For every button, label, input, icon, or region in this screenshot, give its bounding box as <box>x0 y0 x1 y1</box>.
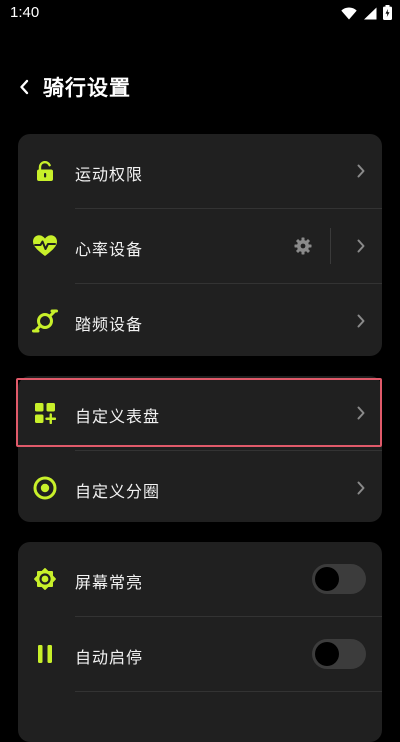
back-button[interactable] <box>14 76 34 98</box>
pause-icon <box>32 641 58 667</box>
status-bar: 1:40 <box>0 0 400 28</box>
chevron-right-icon <box>354 480 368 496</box>
custom-dial-row[interactable]: 自定义表盘 <box>18 376 382 450</box>
row-divider <box>75 691 382 692</box>
chevron-right-icon <box>354 405 368 421</box>
toggle-settings-card: 屏幕常亮 自动启停 <box>18 542 382 742</box>
exercise-permission-label: 运动权限 <box>75 165 144 184</box>
custom-dial-label: 自定义表盘 <box>75 407 161 426</box>
chevron-right-icon <box>354 313 368 329</box>
heart-rate-device-label: 心率设备 <box>75 240 144 259</box>
battery-icon <box>383 5 392 24</box>
cadence-device-label: 踏频设备 <box>75 315 144 334</box>
gear-icon[interactable] <box>292 235 314 257</box>
status-time: 1:40 <box>10 4 40 21</box>
sun-icon <box>32 566 58 592</box>
screen-always-on-row: 屏幕常亮 <box>18 542 382 616</box>
toggle-knob <box>315 567 339 591</box>
toggle-knob <box>315 642 339 666</box>
header: 骑行设置 <box>0 64 400 110</box>
screen-always-on-label: 屏幕常亮 <box>75 573 144 592</box>
chevron-left-icon <box>20 79 29 95</box>
dashboard-grid-icon <box>32 400 58 426</box>
auto-pause-toggle[interactable] <box>312 639 366 669</box>
heart-rate-device-row[interactable]: 心率设备 <box>18 209 382 283</box>
chevron-right-icon[interactable] <box>354 238 368 254</box>
exercise-permission-row[interactable]: 运动权限 <box>18 134 382 208</box>
vertical-separator <box>330 228 331 264</box>
lock-icon <box>32 158 58 184</box>
cellular-signal-icon <box>363 5 377 24</box>
auto-pause-row: 自动启停 <box>18 617 382 691</box>
target-ring-icon <box>32 475 58 501</box>
screen-always-on-toggle[interactable] <box>312 564 366 594</box>
device-settings-card: 运动权限 心率设备 踏频设备 <box>18 134 382 356</box>
page-title: 骑行设置 <box>43 76 131 100</box>
heart-rate-icon <box>32 233 58 259</box>
chevron-right-icon <box>354 163 368 179</box>
custom-lap-label: 自定义分圈 <box>75 482 161 501</box>
cadence-icon <box>32 308 58 334</box>
auto-pause-label: 自动启停 <box>75 648 144 667</box>
wifi-icon <box>341 5 357 24</box>
custom-lap-row[interactable]: 自定义分圈 <box>18 451 382 522</box>
cadence-device-row[interactable]: 踏频设备 <box>18 284 382 356</box>
customization-card: 自定义表盘 自定义分圈 <box>18 376 382 522</box>
status-icons <box>341 5 392 24</box>
